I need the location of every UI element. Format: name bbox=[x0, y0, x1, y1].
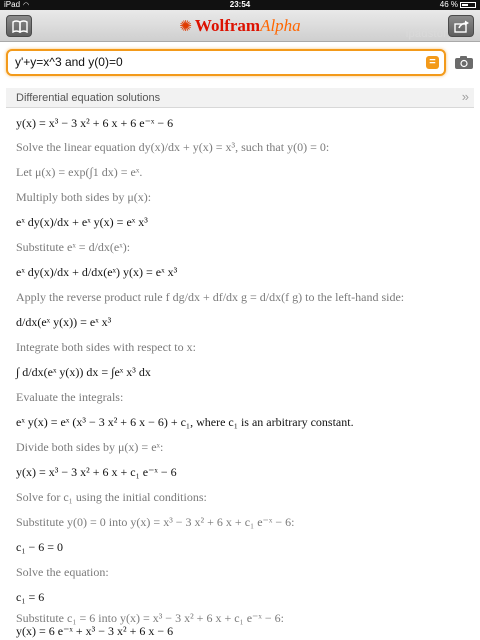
step-formula: eˣ dy(x)/dx + eˣ y(x) = eˣ x³ bbox=[16, 215, 148, 229]
step-text: Substitute y(0) = 0 into y(x) = x³ − 3 x… bbox=[16, 515, 295, 529]
step-text: Solve for c₁ using the initial condition… bbox=[16, 490, 207, 504]
step-text: Apply the reverse product rule f dg/dx +… bbox=[16, 290, 405, 304]
pod-more-button[interactable]: » bbox=[462, 89, 469, 104]
compute-button[interactable]: = bbox=[426, 56, 439, 69]
step-text: Substitute c₁ = 6 into y(x) = x³ − 3 x² … bbox=[16, 611, 284, 625]
pod-header: Differential equation solutions » bbox=[6, 88, 474, 108]
search-row: y'+y=x^3 and y(0)=0 = bbox=[0, 43, 480, 83]
logo-alpha-text: Alpha bbox=[260, 16, 301, 35]
results-area: Differential equation solutions » y(x) =… bbox=[0, 83, 480, 640]
step-formula: eˣ y(x) = eˣ (x³ − 3 x² + 6 x − 6) + c₁,… bbox=[16, 415, 354, 429]
wolfram-star-icon: ✺ bbox=[179, 19, 192, 35]
share-button[interactable] bbox=[448, 15, 474, 37]
step-formula: ∫ d/dx(eˣ y(x)) dx = ∫eˣ x³ dx bbox=[16, 365, 151, 379]
step-formula: c₁ = 6 bbox=[16, 590, 45, 604]
battery-label: 46 % bbox=[439, 0, 458, 9]
step-text: Divide both sides by μ(x) = eˣ: bbox=[16, 440, 164, 454]
step-formula: eˣ dy(x)/dx + d/dx(eˣ) y(x) = eˣ x³ bbox=[16, 265, 178, 279]
result-line: y(x) = x³ − 3 x² + 6 x + 6 e⁻ˣ − 6 bbox=[16, 116, 174, 130]
pod-title: Differential equation solutions bbox=[16, 92, 161, 104]
step-formula: y(x) = 6 e⁻ˣ + x³ − 3 x² + 6 x − 6 bbox=[16, 624, 174, 638]
search-input[interactable]: y'+y=x^3 and y(0)=0 = bbox=[6, 49, 446, 76]
status-bar: iPad ◠ 23:54 46 % bbox=[0, 0, 480, 10]
step-text: Let μ(x) = exp(∫1 dx) = eˣ. bbox=[16, 165, 143, 179]
search-query[interactable]: y'+y=x^3 and y(0)=0 bbox=[15, 55, 123, 69]
camera-icon[interactable] bbox=[454, 55, 474, 70]
step-text: Substitute eˣ = d/dx(eˣ): bbox=[16, 240, 131, 254]
step-text: Evaluate the integrals: bbox=[16, 390, 124, 404]
step-text: Multiply both sides by μ(x): bbox=[16, 190, 152, 204]
top-toolbar: ✺ WolframAlpha ipadstory.ru bbox=[0, 10, 480, 42]
step-formula: y(x) = x³ − 3 x² + 6 x + c₁ e⁻ˣ − 6 bbox=[16, 465, 177, 479]
status-time: 23:54 bbox=[229, 0, 251, 9]
step-text: Solve the equation: bbox=[16, 565, 109, 579]
share-arrow-icon bbox=[454, 20, 469, 33]
step-text: Integrate both sides with respect to x: bbox=[16, 340, 196, 354]
step-formula: c₁ − 6 = 0 bbox=[16, 540, 64, 554]
step-text: Solve the linear equation dy(x)/dx + y(x… bbox=[16, 140, 330, 154]
logo-wolfram-text: Wolfram bbox=[194, 16, 261, 35]
step-formula: d/dx(eˣ y(x)) = eˣ x³ bbox=[16, 315, 112, 329]
battery-icon bbox=[460, 2, 476, 8]
status-battery: 46 % bbox=[440, 0, 476, 10]
